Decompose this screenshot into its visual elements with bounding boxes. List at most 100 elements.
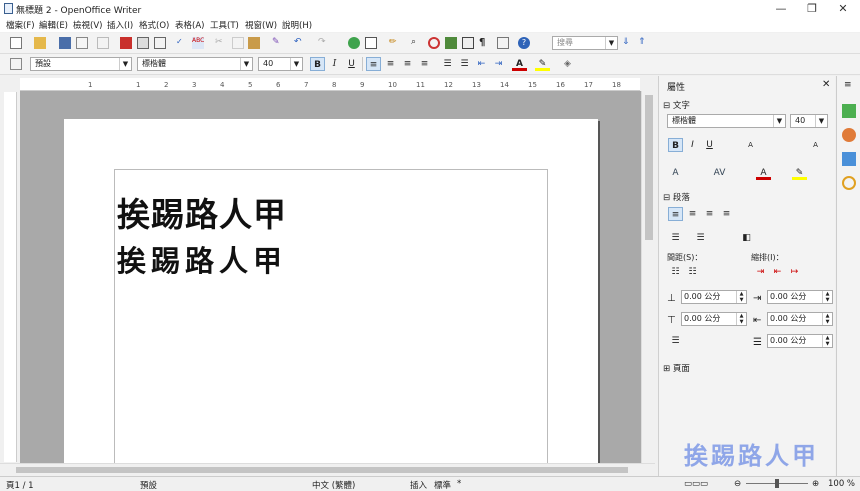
horizontal-ruler[interactable]: 1 1 2 3 4 5 6 7 8 9 10 11 12 13 14 15 16… bbox=[20, 78, 640, 91]
font-size-select[interactable]: 40 ▼ bbox=[258, 57, 303, 71]
clone-formatting-icon[interactable]: ✎ bbox=[272, 37, 284, 49]
data-sources-icon[interactable] bbox=[462, 37, 474, 49]
sidebar-shadow-button[interactable]: A bbox=[668, 166, 683, 180]
zoom-level[interactable]: 100 % bbox=[828, 479, 855, 489]
vertical-scrollbar[interactable] bbox=[641, 91, 656, 463]
below-spacing-field[interactable]: 0.00 公分 ▲ ▼ bbox=[681, 312, 747, 326]
font-name-select[interactable]: 標楷體 ▼ bbox=[137, 57, 253, 71]
save-icon[interactable] bbox=[59, 37, 71, 49]
spin-arrows-icon[interactable]: ▲ ▼ bbox=[822, 335, 832, 347]
numbering-button[interactable]: ☰ bbox=[440, 57, 455, 71]
selection-mode[interactable]: 標準 bbox=[434, 479, 451, 491]
zoom-out-icon[interactable]: ⊖ bbox=[734, 479, 741, 489]
chevron-down-icon[interactable]: ▼ bbox=[240, 58, 252, 70]
align-left-button[interactable]: ≡ bbox=[366, 57, 381, 71]
paste-icon[interactable] bbox=[248, 37, 260, 49]
sidebar-bold-button[interactable]: B bbox=[668, 138, 683, 152]
sidebar-highlight-button[interactable]: ✎ bbox=[792, 166, 807, 180]
sidebar-paragraph-bg-button[interactable]: ◧ bbox=[739, 231, 754, 245]
close-button[interactable]: ✕ bbox=[828, 1, 858, 17]
bullets-button[interactable]: ☰ bbox=[457, 57, 472, 71]
menu-file[interactable]: 檔案(F) bbox=[6, 19, 35, 31]
line-spacing-button[interactable]: ☰ bbox=[668, 334, 683, 348]
spin-arrows-icon[interactable]: ▲ ▼ bbox=[822, 313, 832, 325]
properties-tab-icon[interactable] bbox=[842, 104, 856, 118]
hanging-indent-icon[interactable]: ↦ bbox=[787, 265, 802, 279]
close-sidebar-icon[interactable]: ✕ bbox=[822, 79, 830, 90]
paragraph-section-toggle[interactable]: ⊟ 段落 bbox=[663, 191, 690, 203]
minimize-button[interactable]: — bbox=[766, 1, 796, 17]
menu-insert[interactable]: 插入(I) bbox=[107, 19, 133, 31]
hyperlink-icon[interactable] bbox=[348, 37, 360, 49]
find-previous-icon[interactable]: ⇑ bbox=[638, 37, 650, 49]
zoom-icon[interactable] bbox=[497, 37, 509, 49]
print-preview-icon[interactable] bbox=[154, 37, 166, 49]
horizontal-scrollbar[interactable] bbox=[0, 463, 655, 476]
styles-tab-icon[interactable] bbox=[842, 128, 856, 142]
decrease-spacing-button[interactable]: ☷ bbox=[685, 265, 700, 279]
decrease-indent-button[interactable]: ⇤ bbox=[474, 57, 489, 71]
insert-mode[interactable]: 插入 bbox=[410, 479, 427, 491]
menu-window[interactable]: 視窗(W) bbox=[245, 19, 277, 31]
help-icon[interactable]: ? bbox=[518, 37, 530, 49]
sidebar-align-center-button[interactable]: ≡ bbox=[685, 207, 700, 221]
sidebar-align-left-button[interactable]: ≡ bbox=[668, 207, 683, 221]
gallery-icon[interactable] bbox=[445, 37, 457, 49]
after-indent-field[interactable]: 0.00 公分 ▲ ▼ bbox=[767, 312, 833, 326]
zoom-slider-handle[interactable] bbox=[775, 479, 779, 488]
copy-icon[interactable] bbox=[232, 37, 244, 49]
vertical-ruler[interactable] bbox=[4, 92, 17, 462]
edit-file-icon[interactable] bbox=[97, 37, 109, 49]
zoom-in-icon[interactable]: ⊕ bbox=[812, 479, 819, 489]
background-color-button[interactable]: ◈ bbox=[560, 57, 575, 71]
scrollbar-thumb[interactable] bbox=[16, 467, 628, 473]
chevron-down-icon[interactable]: ▼ bbox=[773, 115, 785, 127]
sidebar-grow-font-button[interactable]: A bbox=[743, 138, 758, 152]
highlighting-button[interactable]: ✎ bbox=[535, 57, 550, 71]
chevron-down-icon[interactable]: ▼ bbox=[290, 58, 302, 70]
undo-icon[interactable]: ↶ bbox=[294, 37, 306, 49]
print-icon[interactable] bbox=[137, 37, 149, 49]
sidebar-spacing-button[interactable]: AV bbox=[712, 166, 727, 180]
text-section-toggle[interactable]: ⊟ 文字 bbox=[663, 99, 690, 111]
menu-table[interactable]: 表格(A) bbox=[175, 19, 204, 31]
first-line-indent-field[interactable]: 0.00 公分 ▲ ▼ bbox=[767, 334, 833, 348]
menu-format[interactable]: 格式(O) bbox=[139, 19, 169, 31]
spin-arrows-icon[interactable]: ▲ ▼ bbox=[736, 313, 746, 325]
document-language[interactable]: 中文 (繁體) bbox=[312, 479, 355, 491]
increase-spacing-button[interactable]: ☷ bbox=[668, 265, 683, 279]
menu-view[interactable]: 檢視(V) bbox=[73, 19, 102, 31]
increase-indent-icon[interactable]: ⇥ bbox=[753, 265, 768, 279]
view-layout-icons[interactable]: ▭▭▭ bbox=[684, 479, 708, 489]
document-canvas[interactable]: 挨踢路人甲 挨踢路人甲 bbox=[20, 91, 641, 463]
spin-arrows-icon[interactable]: ▲ ▼ bbox=[736, 291, 746, 303]
align-center-button[interactable]: ≡ bbox=[383, 57, 398, 71]
spellcheck-icon[interactable]: ✓ bbox=[176, 37, 188, 49]
chevron-down-icon[interactable]: ▼ bbox=[119, 58, 131, 70]
draw-functions-icon[interactable]: ✏ bbox=[389, 37, 401, 49]
document-page[interactable]: 挨踢路人甲 挨踢路人甲 bbox=[64, 119, 598, 463]
gallery-tab-icon[interactable] bbox=[842, 152, 856, 166]
autospellcheck-icon[interactable]: ABC bbox=[192, 37, 204, 49]
document-line-2[interactable]: 挨踢路人甲 bbox=[117, 238, 287, 280]
sidebar-bullets-button[interactable]: ☰ bbox=[668, 231, 683, 245]
sidebar-underline-button[interactable]: U bbox=[702, 138, 717, 152]
above-spacing-field[interactable]: 0.00 公分 ▲ ▼ bbox=[681, 290, 747, 304]
sidebar-italic-button[interactable]: I bbox=[685, 138, 700, 152]
menu-help[interactable]: 說明(H) bbox=[282, 19, 312, 31]
document-line-1[interactable]: 挨踢路人甲 bbox=[117, 188, 287, 236]
cut-icon[interactable]: ✂ bbox=[215, 37, 227, 49]
align-right-button[interactable]: ≡ bbox=[400, 57, 415, 71]
export-pdf-icon[interactable] bbox=[120, 37, 132, 49]
sidebar-size-select[interactable]: 40 ▼ bbox=[790, 114, 828, 128]
find-dropdown-icon[interactable]: ▼ bbox=[605, 37, 617, 49]
sidebar-align-right-button[interactable]: ≡ bbox=[702, 207, 717, 221]
sidebar-font-select[interactable]: 標楷體 ▼ bbox=[667, 114, 786, 128]
italic-button[interactable]: I bbox=[327, 57, 342, 71]
text-area-boundary[interactable]: 挨踢路人甲 挨踢路人甲 bbox=[114, 169, 548, 463]
find-replace-icon[interactable]: ⌕ bbox=[411, 37, 423, 49]
navigator-icon[interactable] bbox=[428, 37, 440, 49]
find-next-icon[interactable]: ⇓ bbox=[622, 37, 634, 49]
navigator-tab-icon[interactable] bbox=[842, 176, 856, 190]
scrollbar-thumb[interactable] bbox=[645, 95, 653, 240]
